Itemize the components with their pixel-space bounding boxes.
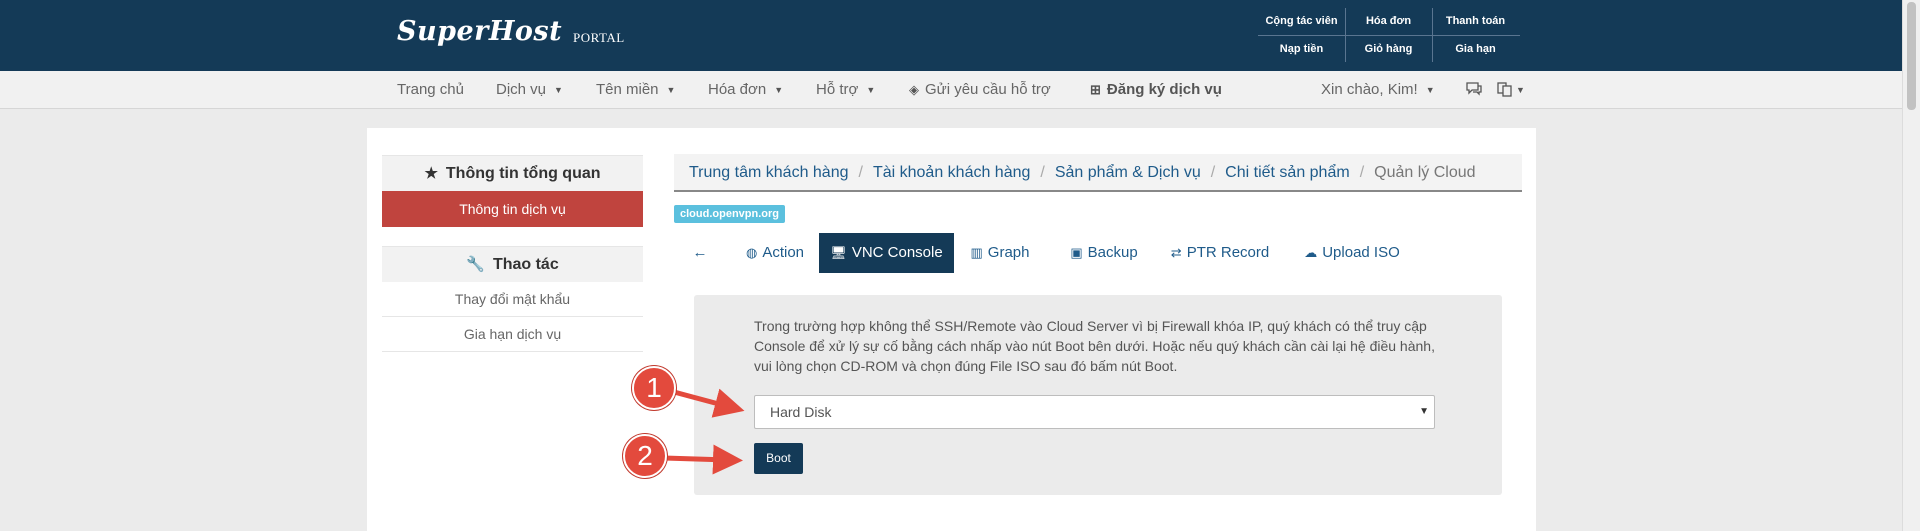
sidebar-item-service-info[interactable]: Thông tin dịch vụ [382,191,643,227]
nav-account[interactable]: Xin chào, Kim! ▼ [1321,71,1435,109]
breadcrumb-separator: / [1359,164,1365,181]
breadcrumb-current: Quản lý Cloud [1374,164,1476,181]
cloud-upload-icon: ☁ [1304,245,1318,260]
desktop-icon: 🖥 [830,245,847,260]
host-tag: cloud.openvpn.org [674,205,785,223]
sidebar-overview-label: Thông tin tổng quan [445,165,601,182]
caret-down-icon: ▼ [554,85,563,95]
nav-home[interactable]: Trang chủ [397,71,464,109]
arrow-left-icon: ← [692,244,708,261]
quick-link-cart[interactable]: Giỏ hàng [1345,36,1432,63]
nav-ticket-label: Gửi yêu cầu hỗ trợ [925,81,1051,98]
tab-backup-label: Backup [1087,244,1138,261]
caret-down-icon: ▼ [1425,85,1435,95]
annotation-marker-2: 2 [623,434,667,478]
tab-vnc-console[interactable]: 🖥 VNC Console [819,233,954,273]
chat-icon[interactable] [1465,71,1483,109]
tab-upload-label: Upload ISO [1322,244,1400,261]
sidebar-actions: 🔧 Thao tác Thay đổi mật khẩu Gia hạn dịch… [382,246,643,352]
brand-logo[interactable]: SuperHost [397,16,562,47]
sidebar-actions-title: 🔧 Thao tác [382,246,643,282]
breadcrumb-product-detail[interactable]: Chi tiết sản phẩm [1225,164,1350,181]
language-icon[interactable]: ▼ [1497,71,1525,109]
nav-ticket[interactable]: ◈ Gửi yêu cầu hỗ trợ [909,71,1051,109]
tab-graph[interactable]: ▥ Graph [965,233,1035,273]
breadcrumb-products[interactable]: Sản phẩm & Dịch vụ [1055,164,1201,181]
nav-home-label: Trang chủ [397,81,464,98]
nav-domains[interactable]: Tên miền ▼ [596,71,675,109]
breadcrumb: Trung tâm khách hàng / Tài khoản khách hàn… [674,154,1522,192]
tab-ptr-record[interactable]: ⇄ PTR Record [1168,233,1272,273]
console-description: Trong trường hợp không thể SSH/Remote và… [754,318,1435,374]
main-nav: Trang chủ Dịch vụ ▼ Tên miền ▼ Hóa đơn ▼ Hỗ… [0,71,1902,109]
tab-back[interactable]: ← [682,233,718,273]
nav-services-label: Dịch vụ [496,81,547,98]
caret-down-icon: ▼ [866,85,876,95]
nav-support-label: Hỗ trợ [816,81,859,98]
boot-device-value: Hard Disk [770,404,832,420]
nav-greeting-label: Xin chào, Kim! [1321,81,1418,98]
nav-domains-label: Tên miền [596,81,659,98]
nav-invoices[interactable]: Hóa đơn ▼ [708,71,783,109]
sidebar-item-renew-service[interactable]: Gia hạn dịch vụ [382,317,643,352]
caret-down-icon: ▼ [1516,85,1525,95]
globe-icon: ◍ [745,245,758,260]
breadcrumb-account[interactable]: Tài khoản khách hàng [873,164,1030,181]
quick-link-topup[interactable]: Nạp tiền [1258,36,1345,63]
tab-ptr-label: PTR Record [1186,244,1270,261]
sidebar-overview-title: ★ Thông tin tổng quan [382,155,643,191]
quick-link-payment[interactable]: Thanh toán [1432,8,1519,35]
nav-invoices-label: Hóa đơn [708,81,767,98]
nav-register-label: Đăng ký dịch vụ [1106,81,1222,98]
tab-action[interactable]: ◍ Action [735,233,815,273]
nav-support[interactable]: Hỗ trợ ▼ [816,71,875,109]
exchange-icon: ⇄ [1170,245,1182,260]
boot-button[interactable]: Boot [754,443,803,474]
scrollbar-thumb[interactable] [1907,2,1916,110]
wrench-icon: 🔧 [466,256,485,273]
page-scrollbar[interactable] [1902,0,1920,531]
plus-square-icon: ⊞ [1090,82,1101,97]
breadcrumb-separator: / [858,164,863,181]
tab-vnc-label: VNC Console [851,244,943,261]
star-icon: ★ [424,165,438,182]
brand-subtitle: PORTAL [573,30,625,45]
sidebar-overview: ★ Thông tin tổng quan Thông tin dịch vụ [382,155,643,227]
bar-chart-icon: ▥ [970,245,983,260]
nav-services[interactable]: Dịch vụ ▼ [496,71,563,109]
quick-link-invoices[interactable]: Hóa đơn [1345,8,1432,35]
tab-action-label: Action [762,244,805,261]
quick-links: Cộng tác viên Hóa đơn Thanh toán Nạp tiề… [1258,8,1520,62]
top-header: SuperHost PORTAL Cộng tác viên Hóa đơn T… [0,0,1902,71]
breadcrumb-client-area[interactable]: Trung tâm khách hàng [689,164,849,181]
quick-link-affiliate[interactable]: Cộng tác viên [1258,8,1345,35]
quick-link-renew[interactable]: Gia hạn [1432,36,1519,63]
boot-device-select[interactable]: Hard Disk ▼ [754,395,1435,429]
sidebar-actions-label: Thao tác [492,256,559,273]
nav-register[interactable]: ⊞ Đăng ký dịch vụ [1090,71,1222,109]
save-icon: ▣ [1070,245,1083,260]
tab-backup[interactable]: ▣ Backup [1064,233,1144,273]
breadcrumb-separator: / [1040,164,1045,181]
select-arrow-icon: ▼ [1419,406,1429,417]
vnc-console-panel: Trong trường hợp không thể SSH/Remote và… [694,295,1502,495]
sidebar-item-change-password[interactable]: Thay đổi mật khẩu [382,282,643,317]
breadcrumb-separator: / [1210,164,1216,181]
caret-down-icon: ▼ [774,85,784,95]
tab-upload-iso[interactable]: ☁ Upload ISO [1300,233,1404,273]
tab-graph-label: Graph [987,244,1030,261]
caret-down-icon: ▼ [666,85,676,95]
annotation-marker-1: 1 [632,366,676,410]
tag-icon: ◈ [909,82,919,97]
